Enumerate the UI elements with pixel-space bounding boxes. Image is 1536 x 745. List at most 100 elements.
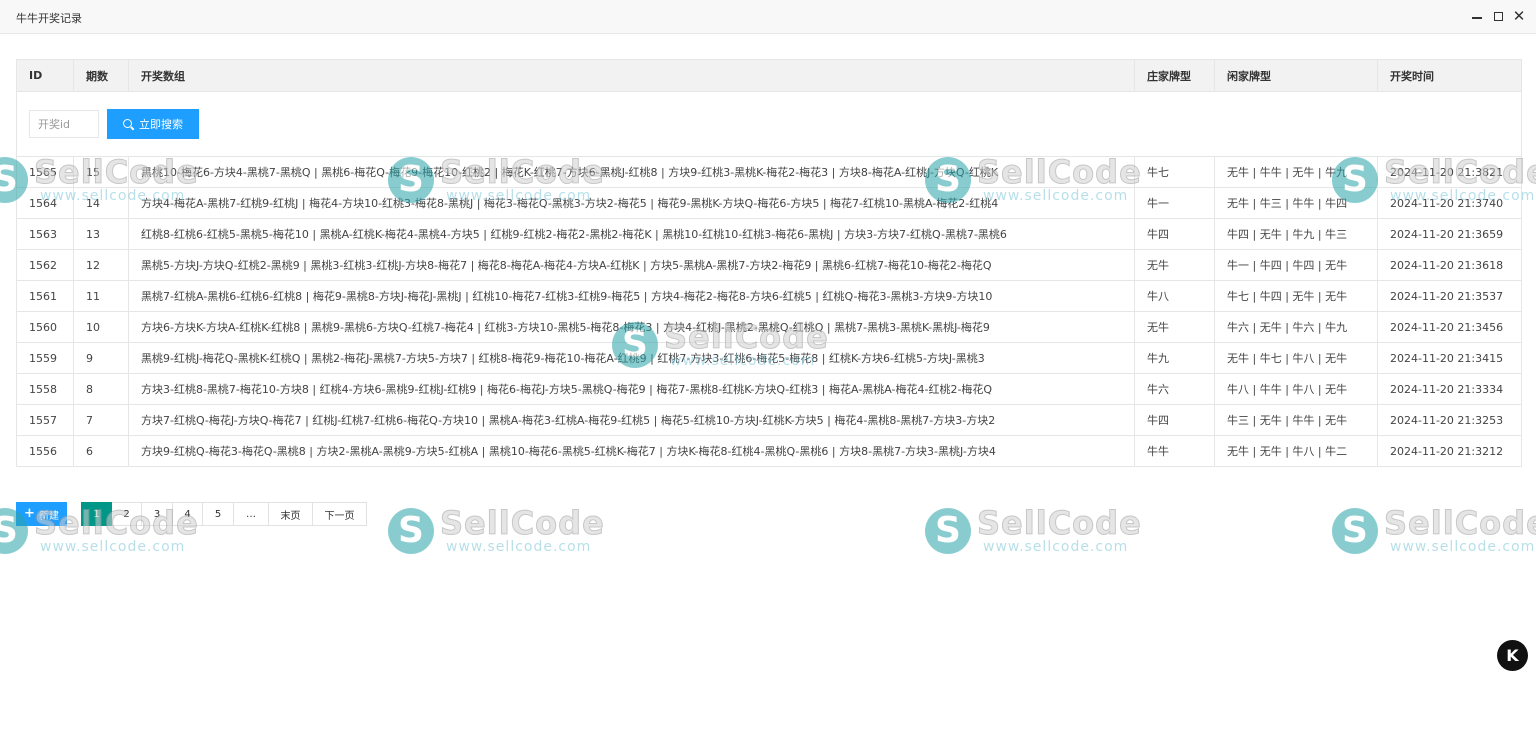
cell-banker-hand: 牛四 xyxy=(1134,218,1215,250)
cell-draw-cards: 方块3-红桃8-黑桃7-梅花10-方块8 | 红桃4-方块6-黑桃9-红桃J-红… xyxy=(128,373,1135,405)
table-row[interactable]: 1558 8 方块3-红桃8-黑桃7-梅花10-方块8 | 红桃4-方块6-黑桃9-… xyxy=(16,373,1522,405)
cell-banker-hand: 无牛 xyxy=(1134,311,1215,343)
cell-draw-time: 2024-11-20 21:3415 xyxy=(1377,342,1522,374)
cell-draw-time: 2024-11-20 21:3740 xyxy=(1377,187,1522,219)
sellcode-watermark: S SellCode www.sellcode.com xyxy=(925,506,1142,555)
cell-draw-time: 2024-11-20 21:3212 xyxy=(1377,435,1522,467)
sellcode-watermark: S SellCode www.sellcode.com xyxy=(388,506,605,555)
cell-id: 1561 xyxy=(16,280,74,312)
cell-draw-time: 2024-11-20 21:3618 xyxy=(1377,249,1522,281)
column-header-player-hands: 闲家牌型 xyxy=(1214,59,1378,92)
cell-banker-hand: 牛四 xyxy=(1134,404,1215,436)
cell-player-hands: 无牛 | 牛三 | 牛牛 | 牛四 xyxy=(1214,187,1378,219)
page-button-5[interactable]: 5 xyxy=(203,502,234,526)
cell-draw-cards: 方块9-红桃Q-梅花3-梅花Q-黑桃8 | 方块2-黑桃A-黑桃9-方块5-红桃… xyxy=(128,435,1135,467)
window-titlebar: 牛牛开奖记录 ✕ xyxy=(0,0,1536,34)
cell-banker-hand: 牛一 xyxy=(1134,187,1215,219)
cell-id: 1565 xyxy=(16,156,74,188)
search-button-label: 立即搜索 xyxy=(139,118,183,131)
draw-records-table: ID 期数 开奖数组 庄家牌型 闲家牌型 开奖时间 立即搜索 156515黑桃1… xyxy=(16,59,1522,467)
page-ellipsis: … xyxy=(234,502,269,526)
minimize-icon[interactable] xyxy=(1470,9,1484,23)
next-page-button[interactable]: 下一页 xyxy=(313,502,367,526)
floating-k-icon[interactable]: K xyxy=(1497,640,1528,671)
cell-period: 14 xyxy=(73,187,129,219)
cell-draw-cards: 方块7-红桃Q-梅花J-方块Q-梅花7 | 红桃J-红桃7-红桃6-梅花Q-方块… xyxy=(128,404,1135,436)
watermark-url: www.sellcode.com xyxy=(446,539,592,555)
page-button-3[interactable]: 3 xyxy=(142,502,173,526)
cell-draw-time: 2024-11-20 21:3253 xyxy=(1377,404,1522,436)
pagination: 1 2 3 4 5 … 末页 下一页 xyxy=(81,502,367,526)
sellcode-logo-icon: S xyxy=(1332,507,1378,554)
search-button[interactable]: 立即搜索 xyxy=(107,109,199,139)
column-header-draw-cards: 开奖数组 xyxy=(128,59,1135,92)
cell-id: 1563 xyxy=(16,218,74,250)
cell-period: 11 xyxy=(73,280,129,312)
table-row[interactable]: 1561 11 黑桃7-红桃A-黑桃6-红桃6-红桃8 | 梅花9-黑桃8-方块J-… xyxy=(16,280,1522,312)
table-row[interactable]: 1556 6 方块9-红桃Q-梅花3-梅花Q-黑桃8 | 方块2-黑桃A-黑桃9-方… xyxy=(16,435,1522,467)
table-row[interactable]: 1559 9 黑桃9-红桃J-梅花Q-黑桃K-红桃Q | 黑桃2-梅花J-黑桃7-方… xyxy=(16,342,1522,374)
cell-id: 1560 xyxy=(16,311,74,343)
cell-banker-hand: 牛八 xyxy=(1134,280,1215,312)
add-new-label: 新建 xyxy=(38,510,59,522)
window-title: 牛牛开奖记录 xyxy=(16,12,82,25)
watermark-brand: SellCode xyxy=(977,504,1142,542)
maximize-icon[interactable] xyxy=(1491,9,1505,23)
search-row: 立即搜索 xyxy=(16,91,1522,157)
cell-period: 7 xyxy=(73,404,129,436)
watermark-brand: SellCode xyxy=(440,504,605,542)
table-row[interactable]: 1564 14 方块4-梅花A-黑桃7-红桃9-红桃J | 梅花4-方块10-红桃3… xyxy=(16,187,1522,219)
last-page-button[interactable]: 末页 xyxy=(269,502,313,526)
column-header-draw-time: 开奖时间 xyxy=(1377,59,1522,92)
cell-period: 12 xyxy=(73,249,129,281)
cell-draw-time: 2024-11-20 21:3821 xyxy=(1377,156,1522,188)
table-row[interactable]: 1562 12 黑桃5-方块J-方块Q-红桃2-黑桃9 | 黑桃3-红桃3-红桃J-… xyxy=(16,249,1522,281)
page-button-2[interactable]: 2 xyxy=(112,502,142,526)
plus-icon: + xyxy=(24,506,35,521)
cell-player-hands: 牛四 | 无牛 | 牛九 | 牛三 xyxy=(1214,218,1378,250)
cell-draw-cards: 黑桃7-红桃A-黑桃6-红桃6-红桃8 | 梅花9-黑桃8-方块J-梅花J-黑桃… xyxy=(128,280,1135,312)
cell-player-hands: 牛七 | 牛四 | 无牛 | 无牛 xyxy=(1214,280,1378,312)
search-bar: 立即搜索 xyxy=(29,109,1509,139)
cell-player-hands: 牛一 | 牛四 | 牛四 | 无牛 xyxy=(1214,249,1378,281)
cell-period: 10 xyxy=(73,311,129,343)
cell-id: 1557 xyxy=(16,404,74,436)
cell-draw-time: 2024-11-20 21:3456 xyxy=(1377,311,1522,343)
cell-period: 9 xyxy=(73,342,129,374)
cell-player-hands: 牛八 | 牛牛 | 牛八 | 无牛 xyxy=(1214,373,1378,405)
table-row[interactable]: 1565 15 黑桃10-梅花6-方块4-黑桃7-黑桃Q | 黑桃6-梅花Q-梅花9… xyxy=(16,156,1522,188)
cell-player-hands: 无牛 | 牛牛 | 无牛 | 牛九 xyxy=(1214,156,1378,188)
cell-period: 13 xyxy=(73,218,129,250)
page-button-1[interactable]: 1 xyxy=(81,502,112,526)
table-row[interactable]: 1563 13 红桃8-红桃6-红桃5-黑桃5-梅花10 | 黑桃A-红桃K-梅花4… xyxy=(16,218,1522,250)
cell-banker-hand: 牛七 xyxy=(1134,156,1215,188)
cell-id: 1562 xyxy=(16,249,74,281)
draw-id-search-input[interactable] xyxy=(29,110,99,138)
cell-draw-cards: 黑桃10-梅花6-方块4-黑桃7-黑桃Q | 黑桃6-梅花Q-梅花9-梅花10-… xyxy=(128,156,1135,188)
search-icon xyxy=(123,118,134,130)
cell-period: 15 xyxy=(73,156,129,188)
column-header-id: ID xyxy=(16,59,74,92)
cell-draw-cards: 红桃8-红桃6-红桃5-黑桃5-梅花10 | 黑桃A-红桃K-梅花4-黑桃4-方… xyxy=(128,218,1135,250)
cell-banker-hand: 牛六 xyxy=(1134,373,1215,405)
table-row[interactable]: 1560 10 方块6-方块K-方块A-红桃K-红桃8 | 黑桃9-黑桃6-方块Q-… xyxy=(16,311,1522,343)
cell-id: 1559 xyxy=(16,342,74,374)
cell-player-hands: 无牛 | 牛七 | 牛八 | 无牛 xyxy=(1214,342,1378,374)
cell-id: 1564 xyxy=(16,187,74,219)
page-button-4[interactable]: 4 xyxy=(173,502,203,526)
cell-player-hands: 无牛 | 无牛 | 牛八 | 牛二 xyxy=(1214,435,1378,467)
cell-draw-time: 2024-11-20 21:3659 xyxy=(1377,218,1522,250)
cell-draw-cards: 黑桃5-方块J-方块Q-红桃2-黑桃9 | 黑桃3-红桃3-红桃J-方块8-梅花… xyxy=(128,249,1135,281)
cell-banker-hand: 牛九 xyxy=(1134,342,1215,374)
cell-period: 8 xyxy=(73,373,129,405)
cell-player-hands: 牛六 | 无牛 | 牛六 | 牛九 xyxy=(1214,311,1378,343)
add-new-button[interactable]: + 新建 xyxy=(16,502,67,526)
watermark-url: www.sellcode.com xyxy=(40,539,186,555)
table-row[interactable]: 1557 7 方块7-红桃Q-梅花J-方块Q-梅花7 | 红桃J-红桃7-红桃6-梅… xyxy=(16,404,1522,436)
cell-draw-time: 2024-11-20 21:3537 xyxy=(1377,280,1522,312)
close-icon[interactable]: ✕ xyxy=(1512,9,1526,24)
cell-draw-cards: 黑桃9-红桃J-梅花Q-黑桃K-红桃Q | 黑桃2-梅花J-黑桃7-方块5-方块… xyxy=(128,342,1135,374)
column-header-banker-hand: 庄家牌型 xyxy=(1134,59,1215,92)
cell-id: 1558 xyxy=(16,373,74,405)
sellcode-watermark: S SellCode www.sellcode.com xyxy=(1332,506,1536,555)
